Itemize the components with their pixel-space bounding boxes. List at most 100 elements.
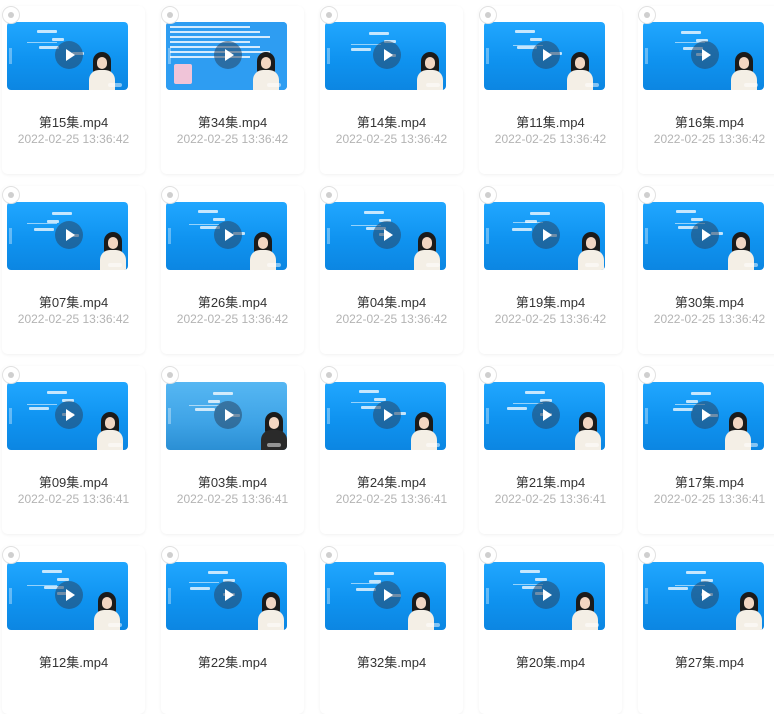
video-thumbnail[interactable] [484, 382, 605, 450]
video-thumbnail[interactable] [484, 202, 605, 270]
video-timestamp: 2022-02-25 13:36:41 [494, 492, 607, 506]
video-card[interactable]: 第19集.mp4 2022-02-25 13:36:42 [479, 186, 622, 354]
video-thumbnail[interactable] [325, 382, 446, 450]
play-icon[interactable] [55, 41, 83, 69]
select-radio-icon[interactable] [320, 186, 338, 204]
select-radio-icon[interactable] [479, 366, 497, 384]
video-filename: 第20集.mp4 [515, 655, 586, 670]
play-icon[interactable] [373, 41, 401, 69]
play-icon[interactable] [532, 581, 560, 609]
play-icon[interactable] [214, 401, 242, 429]
play-icon[interactable] [55, 581, 83, 609]
video-filename: 第07集.mp4 [38, 295, 109, 310]
video-thumbnail[interactable] [325, 22, 446, 90]
video-thumbnail[interactable] [7, 22, 128, 90]
video-timestamp: 2022-02-25 13:36:42 [494, 312, 607, 326]
video-thumbnail[interactable] [7, 382, 128, 450]
video-thumbnail[interactable] [325, 562, 446, 630]
select-radio-icon[interactable] [638, 186, 656, 204]
play-icon[interactable] [373, 221, 401, 249]
select-radio-icon[interactable] [638, 366, 656, 384]
select-radio-icon[interactable] [161, 366, 179, 384]
select-radio-icon[interactable] [479, 546, 497, 564]
video-timestamp: 2022-02-25 13:36:42 [17, 312, 130, 326]
video-grid: 第15集.mp4 2022-02-25 13:36:42 第34集.mp4 2022-… [0, 0, 774, 714]
video-card[interactable]: 第15集.mp4 2022-02-25 13:36:42 [2, 6, 145, 174]
video-card[interactable]: 第03集.mp4 2022-02-25 13:36:41 [161, 366, 304, 534]
video-card[interactable]: 第22集.mp4 [161, 546, 304, 714]
select-radio-icon[interactable] [479, 6, 497, 24]
play-icon[interactable] [214, 581, 242, 609]
play-icon[interactable] [214, 41, 242, 69]
video-card[interactable]: 第12集.mp4 [2, 546, 145, 714]
video-card[interactable]: 第11集.mp4 2022-02-25 13:36:42 [479, 6, 622, 174]
video-thumbnail[interactable] [484, 562, 605, 630]
video-filename: 第04集.mp4 [356, 295, 427, 310]
select-radio-icon[interactable] [320, 546, 338, 564]
video-filename: 第09集.mp4 [38, 475, 109, 490]
video-thumbnail[interactable] [643, 562, 764, 630]
play-icon[interactable] [691, 221, 719, 249]
video-thumbnail[interactable] [166, 562, 287, 630]
select-radio-icon[interactable] [2, 6, 20, 24]
video-timestamp: 2022-02-25 13:36:41 [17, 492, 130, 506]
select-radio-icon[interactable] [479, 186, 497, 204]
select-radio-icon[interactable] [2, 186, 20, 204]
video-card[interactable]: 第16集.mp4 2022-02-25 13:36:42 [638, 6, 774, 174]
select-radio-icon[interactable] [161, 186, 179, 204]
select-radio-icon[interactable] [2, 546, 20, 564]
select-radio-icon[interactable] [2, 366, 20, 384]
video-timestamp: 2022-02-25 13:36:42 [176, 132, 289, 146]
video-thumbnail[interactable] [325, 202, 446, 270]
video-card[interactable]: 第32集.mp4 [320, 546, 463, 714]
video-thumbnail[interactable] [643, 382, 764, 450]
video-thumbnail[interactable] [7, 202, 128, 270]
select-radio-icon[interactable] [161, 546, 179, 564]
play-icon[interactable] [532, 221, 560, 249]
video-filename: 第16集.mp4 [674, 115, 745, 130]
play-icon[interactable] [532, 401, 560, 429]
video-thumbnail[interactable] [7, 562, 128, 630]
select-radio-icon[interactable] [638, 6, 656, 24]
video-card[interactable]: 第14集.mp4 2022-02-25 13:36:42 [320, 6, 463, 174]
select-radio-icon[interactable] [638, 546, 656, 564]
video-card[interactable]: 第04集.mp4 2022-02-25 13:36:42 [320, 186, 463, 354]
video-thumbnail[interactable] [166, 22, 287, 90]
video-card[interactable]: 第20集.mp4 [479, 546, 622, 714]
video-card[interactable]: 第07集.mp4 2022-02-25 13:36:42 [2, 186, 145, 354]
video-filename: 第15集.mp4 [38, 115, 109, 130]
video-card[interactable]: 第34集.mp4 2022-02-25 13:36:42 [161, 6, 304, 174]
video-card[interactable]: 第27集.mp4 [638, 546, 774, 714]
video-filename: 第26集.mp4 [197, 295, 268, 310]
play-icon[interactable] [373, 401, 401, 429]
play-icon[interactable] [532, 41, 560, 69]
play-icon[interactable] [691, 581, 719, 609]
video-card[interactable]: 第26集.mp4 2022-02-25 13:36:42 [161, 186, 304, 354]
select-radio-icon[interactable] [320, 6, 338, 24]
video-thumbnail[interactable] [643, 202, 764, 270]
video-timestamp: 2022-02-25 13:36:41 [335, 492, 448, 506]
video-card[interactable]: 第24集.mp4 2022-02-25 13:36:41 [320, 366, 463, 534]
video-filename: 第11集.mp4 [516, 115, 585, 130]
video-card[interactable]: 第09集.mp4 2022-02-25 13:36:41 [2, 366, 145, 534]
video-thumbnail[interactable] [484, 22, 605, 90]
video-timestamp: 2022-02-25 13:36:42 [653, 312, 766, 326]
video-thumbnail[interactable] [166, 382, 287, 450]
play-icon[interactable] [214, 221, 242, 249]
video-filename: 第03集.mp4 [197, 475, 268, 490]
video-timestamp: 2022-02-25 13:36:41 [176, 492, 289, 506]
video-card[interactable]: 第21集.mp4 2022-02-25 13:36:41 [479, 366, 622, 534]
video-card[interactable]: 第30集.mp4 2022-02-25 13:36:42 [638, 186, 774, 354]
select-radio-icon[interactable] [320, 366, 338, 384]
select-radio-icon[interactable] [161, 6, 179, 24]
video-card[interactable]: 第17集.mp4 2022-02-25 13:36:41 [638, 366, 774, 534]
play-icon[interactable] [373, 581, 401, 609]
video-thumbnail[interactable] [643, 22, 764, 90]
play-icon[interactable] [691, 41, 719, 69]
video-filename: 第34集.mp4 [197, 115, 268, 130]
video-thumbnail[interactable] [166, 202, 287, 270]
play-icon[interactable] [55, 401, 83, 429]
video-timestamp: 2022-02-25 13:36:42 [176, 312, 289, 326]
play-icon[interactable] [691, 401, 719, 429]
play-icon[interactable] [55, 221, 83, 249]
